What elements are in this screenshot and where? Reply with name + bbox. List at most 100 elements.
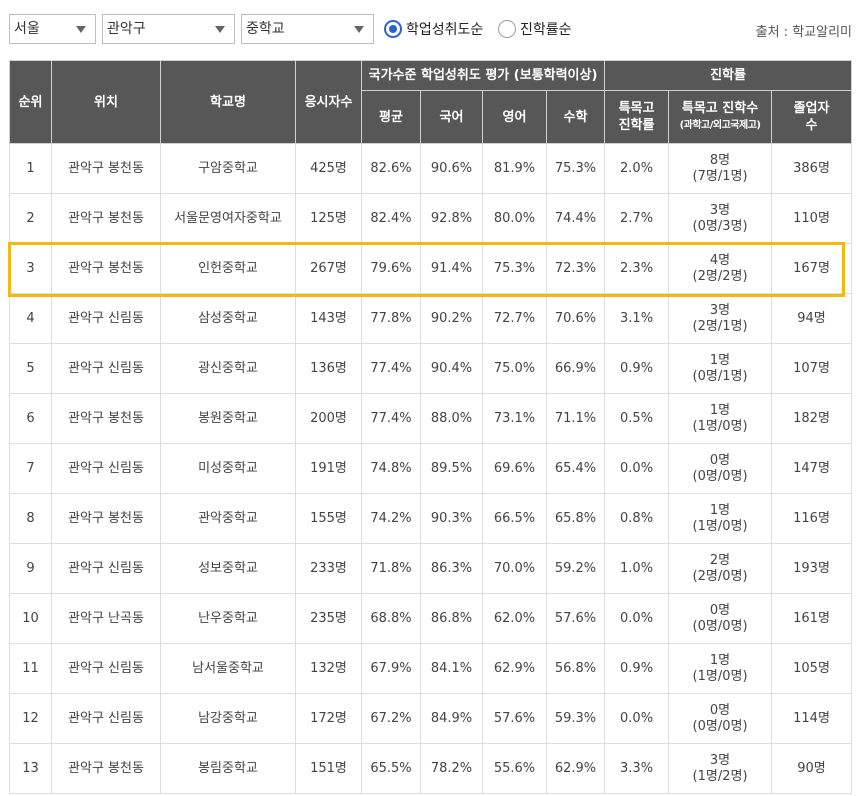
cell-avg: 77.8%	[361, 293, 421, 344]
header-advancement: 진학률	[604, 60, 853, 91]
cell-location: 관악구 난곡동	[51, 593, 161, 644]
table-row: 13 관악구 봉천동 봉림중학교 151명 65.5% 78.2% 55.6% 62.9% 3.…	[9, 743, 853, 794]
cell-korean: 91.4%	[420, 243, 483, 294]
cell-testers: 132명	[295, 643, 362, 694]
cell-testers: 136명	[295, 343, 362, 394]
cell-rank: 11	[9, 643, 52, 694]
cell-avg: 74.8%	[361, 443, 421, 494]
table-row: 1 관악구 봉천동 구암중학교 425명 82.6% 90.6% 81.9% 75.3% 2.0…	[9, 143, 853, 194]
cell-testers: 191명	[295, 443, 362, 494]
cell-school: 미성중학교	[160, 443, 296, 494]
cell-english: 75.3%	[482, 243, 547, 294]
cell-math: 57.6%	[545, 593, 606, 644]
region-select-value: 서울	[14, 21, 40, 37]
cell-special-rate: 0.8%	[604, 493, 670, 544]
header-math: 수학	[545, 90, 606, 144]
cell-math: 75.3%	[545, 143, 606, 194]
cell-korean: 90.2%	[420, 293, 483, 344]
cell-testers: 143명	[295, 293, 362, 344]
cell-rank: 13	[9, 743, 52, 794]
table-row: 9 관악구 신림동 성보중학교 233명 71.8% 86.3% 70.0% 59.2% 1.0…	[9, 543, 853, 594]
cell-graduates: 386명	[771, 143, 853, 194]
cell-graduates: 110명	[771, 193, 853, 244]
cell-rank: 9	[9, 543, 52, 594]
cell-special-count: 8명 (7명/1명)	[668, 143, 773, 194]
cell-special-count: 1명 (0명/1명)	[668, 343, 773, 394]
cell-special-rate: 0.0%	[604, 443, 670, 494]
header-school: 학교명	[160, 60, 296, 144]
cell-testers: 172명	[295, 693, 362, 744]
district-select[interactable]: 관악구	[102, 14, 235, 44]
cell-testers: 233명	[295, 543, 362, 594]
special-count-breakdown: (0명/0명)	[692, 618, 748, 634]
radio-checked-icon	[384, 20, 402, 38]
special-count-total: 1명	[709, 402, 731, 418]
cell-special-count: 2명 (2명/0명)	[668, 543, 773, 594]
header-special-rate-line2: 진학률	[618, 118, 655, 133]
header-graduates-line2: 수	[805, 118, 818, 133]
header-testers: 응시자수	[295, 60, 362, 144]
cell-special-count: 3명 (2명/1명)	[668, 293, 773, 344]
cell-avg: 71.8%	[361, 543, 421, 594]
cell-avg: 79.6%	[361, 243, 421, 294]
special-count-breakdown: (2명/1명)	[692, 318, 748, 334]
cell-special-count: 3명 (1명/2명)	[668, 743, 773, 794]
cell-korean: 84.1%	[420, 643, 483, 694]
sort-radio-advancement[interactable]: 진학률순	[498, 19, 580, 41]
cell-avg: 67.9%	[361, 643, 421, 694]
cell-special-rate: 0.0%	[604, 693, 670, 744]
table-row: 5 관악구 신림동 광신중학교 136명 77.4% 90.4% 75.0% 66.9% 0.9…	[9, 343, 853, 394]
cell-math: 74.4%	[545, 193, 606, 244]
special-count-breakdown: (2명/0명)	[692, 568, 748, 584]
cell-location: 관악구 봉천동	[51, 143, 161, 194]
school-type-select-value: 중학교	[246, 21, 285, 37]
cell-school: 남서울중학교	[160, 643, 296, 694]
school-type-select[interactable]: 중학교	[241, 14, 374, 44]
cell-math: 59.3%	[545, 693, 606, 744]
cell-english: 66.5%	[482, 493, 547, 544]
cell-korean: 92.8%	[420, 193, 483, 244]
cell-graduates: 167명	[771, 243, 853, 294]
header-national-assessment: 국가수준 학업성취도 평가 (보통학력이상)	[360, 60, 606, 91]
cell-rank: 7	[9, 443, 52, 494]
table-row: 11 관악구 신림동 남서울중학교 132명 67.9% 84.1% 62.9% 56.8% 0…	[9, 643, 853, 694]
cell-location: 관악구 봉천동	[51, 193, 161, 244]
region-select[interactable]: 서울	[9, 14, 96, 44]
header-avg: 평균	[361, 90, 421, 144]
cell-korean: 86.3%	[420, 543, 483, 594]
header-special-count: 특목고 진학수 (과학고/외고국제고)	[668, 90, 773, 144]
cell-school: 광신중학교	[160, 343, 296, 394]
cell-rank: 4	[9, 293, 52, 344]
cell-rank: 2	[9, 193, 52, 244]
cell-math: 56.8%	[545, 643, 606, 694]
cell-avg: 74.2%	[361, 493, 421, 544]
cell-special-count: 0명 (0명/0명)	[668, 443, 773, 494]
cell-school: 구암중학교	[160, 143, 296, 194]
chevron-down-icon	[76, 26, 86, 33]
cell-rank: 6	[9, 393, 52, 444]
cell-special-count: 0명 (0명/0명)	[668, 693, 773, 744]
cell-graduates: 90명	[771, 743, 853, 794]
cell-korean: 86.8%	[420, 593, 483, 644]
cell-school: 남강중학교	[160, 693, 296, 744]
cell-english: 62.0%	[482, 593, 547, 644]
cell-location: 관악구 신림동	[51, 343, 161, 394]
chevron-down-icon	[354, 26, 364, 33]
cell-location: 관악구 봉천동	[51, 743, 161, 794]
special-count-total: 3명	[709, 202, 731, 218]
table-row: 2 관악구 봉천동 서울문영여자중학교 125명 82.4% 92.8% 80.0% 74.4…	[9, 193, 853, 244]
cell-math: 59.2%	[545, 543, 606, 594]
cell-rank: 5	[9, 343, 52, 394]
cell-location: 관악구 신림동	[51, 293, 161, 344]
cell-school: 난우중학교	[160, 593, 296, 644]
special-count-breakdown: (1명/2명)	[692, 768, 748, 784]
special-count-breakdown: (0명/1명)	[692, 368, 748, 384]
table-row: 7 관악구 신림동 미성중학교 191명 74.8% 89.5% 69.6% 65.4% 0.0…	[9, 443, 853, 494]
filter-bar: 서울 관악구 중학교 학업성취도순 진학률순 출처 : 학교알리미	[0, 0, 857, 60]
sort-radio-achievement[interactable]: 학업성취도순	[384, 19, 494, 41]
cell-english: 73.1%	[482, 393, 547, 444]
school-ranking-table: 순위 위치 학교명 응시자수 국가수준 학업성취도 평가 (보통학력이상) 진학…	[9, 60, 853, 794]
special-count-total: 3명	[709, 752, 731, 768]
cell-location: 관악구 봉천동	[51, 393, 161, 444]
cell-english: 75.0%	[482, 343, 547, 394]
